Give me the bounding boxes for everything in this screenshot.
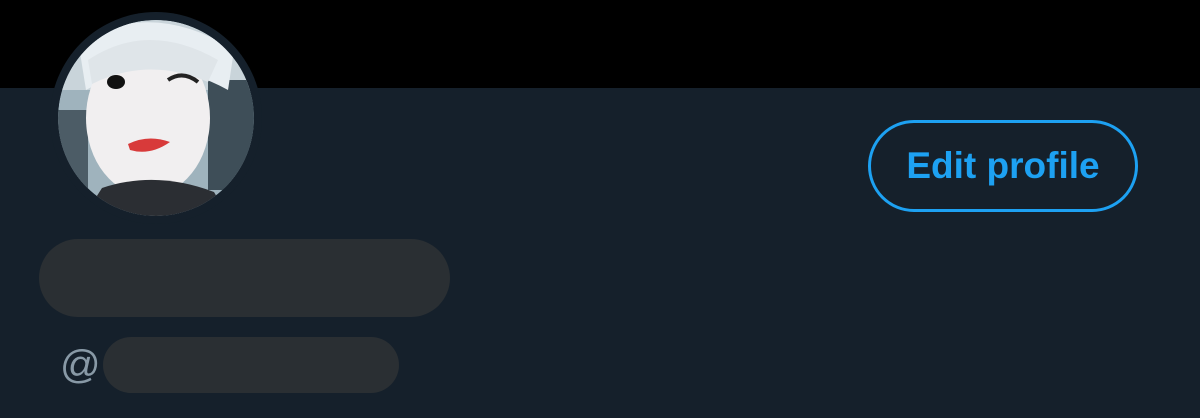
display-name-placeholder	[39, 239, 450, 317]
handle-row: @	[60, 336, 399, 394]
avatar[interactable]	[50, 12, 262, 224]
edit-profile-button[interactable]: Edit profile	[868, 120, 1138, 212]
handle-placeholder	[102, 337, 399, 393]
handle-prefix: @	[60, 342, 101, 387]
profile-photo-icon	[58, 20, 254, 216]
